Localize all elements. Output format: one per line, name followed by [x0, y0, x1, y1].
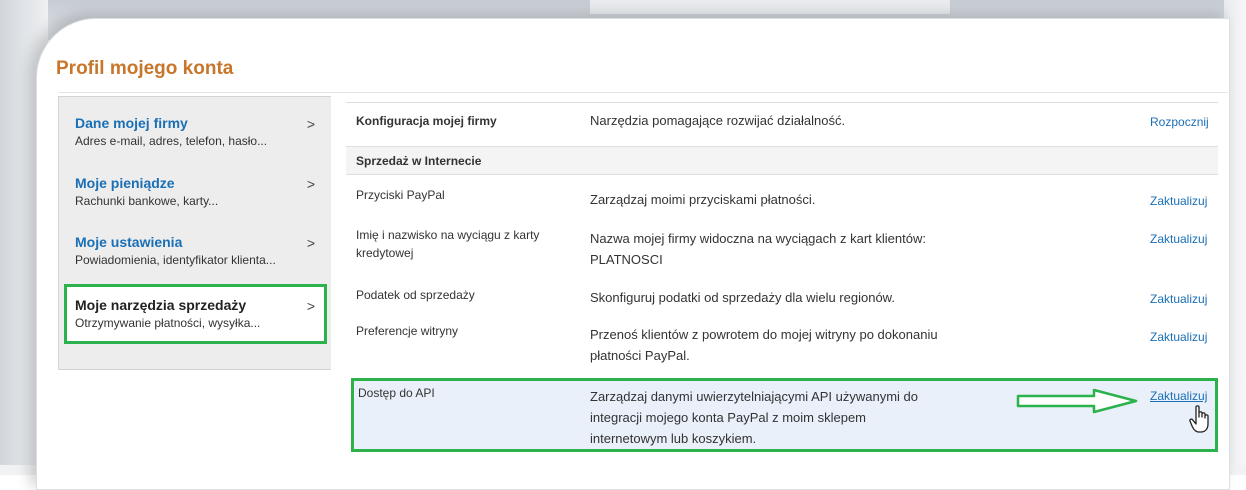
chevron-right-icon: > [306, 116, 315, 132]
row-desc-paypal-buttons: Zarządzaj moimi przyciskami płatności. [590, 192, 816, 207]
row-desc-line: PLATNOSCI [590, 252, 663, 267]
sidebar-item-title: Moje narzędzia sprzedaży [75, 297, 247, 313]
row-desc-website-preferences: Przenoś klientów z powrotem do mojej wit… [590, 324, 938, 366]
sidebar-item-title: Moje pieniądze [75, 175, 175, 191]
update-link-api-access[interactable]: Zaktualizuj [1150, 389, 1207, 403]
row-divider [346, 174, 1218, 175]
row-desc-api-access: Zarządzaj danymi uwierzytelniającymi API… [590, 386, 918, 449]
row-name-paypal-buttons: Przyciski PayPal [356, 188, 445, 202]
row-name-statement-name: Imię i nazwisko na wyciągu z karty kredy… [356, 226, 539, 262]
page-title: Profil mojego konta [56, 58, 234, 79]
chevron-right-icon: > [306, 235, 315, 251]
row-desc-line: Nazwa mojej firmy widoczna na wyciągach … [590, 231, 926, 246]
row-name-line: kredytowej [356, 246, 414, 260]
sidebar-item-subtitle: Adres e-mail, adres, telefon, hasło... [75, 134, 268, 148]
row-desc-line: płatności PayPal. [590, 348, 690, 363]
chevron-right-icon: > [306, 176, 315, 192]
row-name-business-setup: Konfiguracja mojej firmy [356, 114, 497, 128]
row-desc-line: internetowym lub koszykiem. [590, 431, 757, 446]
sidebar-item-my-settings[interactable]: Moje ustawienia Powiadomienia, identyfik… [75, 234, 315, 267]
update-link-paypal-buttons[interactable]: Zaktualizuj [1150, 194, 1207, 208]
sidebar-item-subtitle: Rachunki bankowe, karty... [75, 194, 219, 208]
row-desc-line: Zarządzaj danymi uwierzytelniającymi API… [590, 389, 919, 404]
row-name-line: Imię i nazwisko na wyciągu z karty [356, 228, 540, 242]
row-divider [346, 146, 1218, 147]
row-desc-statement-name: Nazwa mojej firmy widoczna na wyciągach … [590, 228, 926, 270]
row-divider [346, 102, 1218, 103]
start-link[interactable]: Rozpocznij [1150, 115, 1209, 129]
sidebar-item-business-details[interactable]: Dane mojej firmy Adres e-mail, adres, te… [75, 115, 315, 148]
sidebar-item-title: Dane mojej firmy [75, 115, 188, 131]
update-link-statement-name[interactable]: Zaktualizuj [1150, 232, 1207, 246]
sidebar-item-subtitle: Otrzymywanie płatności, wysyłka... [75, 316, 261, 330]
row-name-website-preferences: Preferencje witryny [356, 324, 459, 338]
sidebar-item-selling-tools[interactable]: Moje narzędzia sprzedaży Otrzymywanie pł… [75, 297, 315, 330]
title-divider [58, 92, 1228, 93]
arrow-right-icon [1016, 388, 1138, 414]
row-desc-line: Przenoś klientów z powrotem do mojej wit… [590, 327, 938, 342]
row-name-api-access: Dostęp do API [358, 386, 435, 400]
row-name-sales-tax: Podatek od sprzedaży [356, 288, 475, 302]
chevron-right-icon: > [306, 298, 315, 314]
row-desc-business-setup: Narzędzia pomagające rozwijać działalnoś… [590, 113, 846, 128]
update-link-sales-tax[interactable]: Zaktualizuj [1150, 292, 1207, 306]
row-desc-sales-tax: Skonfiguruj podatki od sprzedaży dla wie… [590, 290, 895, 305]
sidebar-item-subtitle: Powiadomienia, identyfikator klienta... [75, 253, 276, 267]
section-title-online-sales: Sprzedaż w Internecie [356, 154, 482, 168]
sidebar-item-title: Moje ustawienia [75, 234, 183, 250]
hand-cursor-icon [1189, 405, 1209, 433]
update-link-website-preferences[interactable]: Zaktualizuj [1150, 330, 1207, 344]
sidebar-item-my-money[interactable]: Moje pieniądze Rachunki bankowe, karty..… [75, 175, 315, 208]
row-desc-line: integracji mojego konta PayPal z moim sk… [590, 410, 867, 425]
